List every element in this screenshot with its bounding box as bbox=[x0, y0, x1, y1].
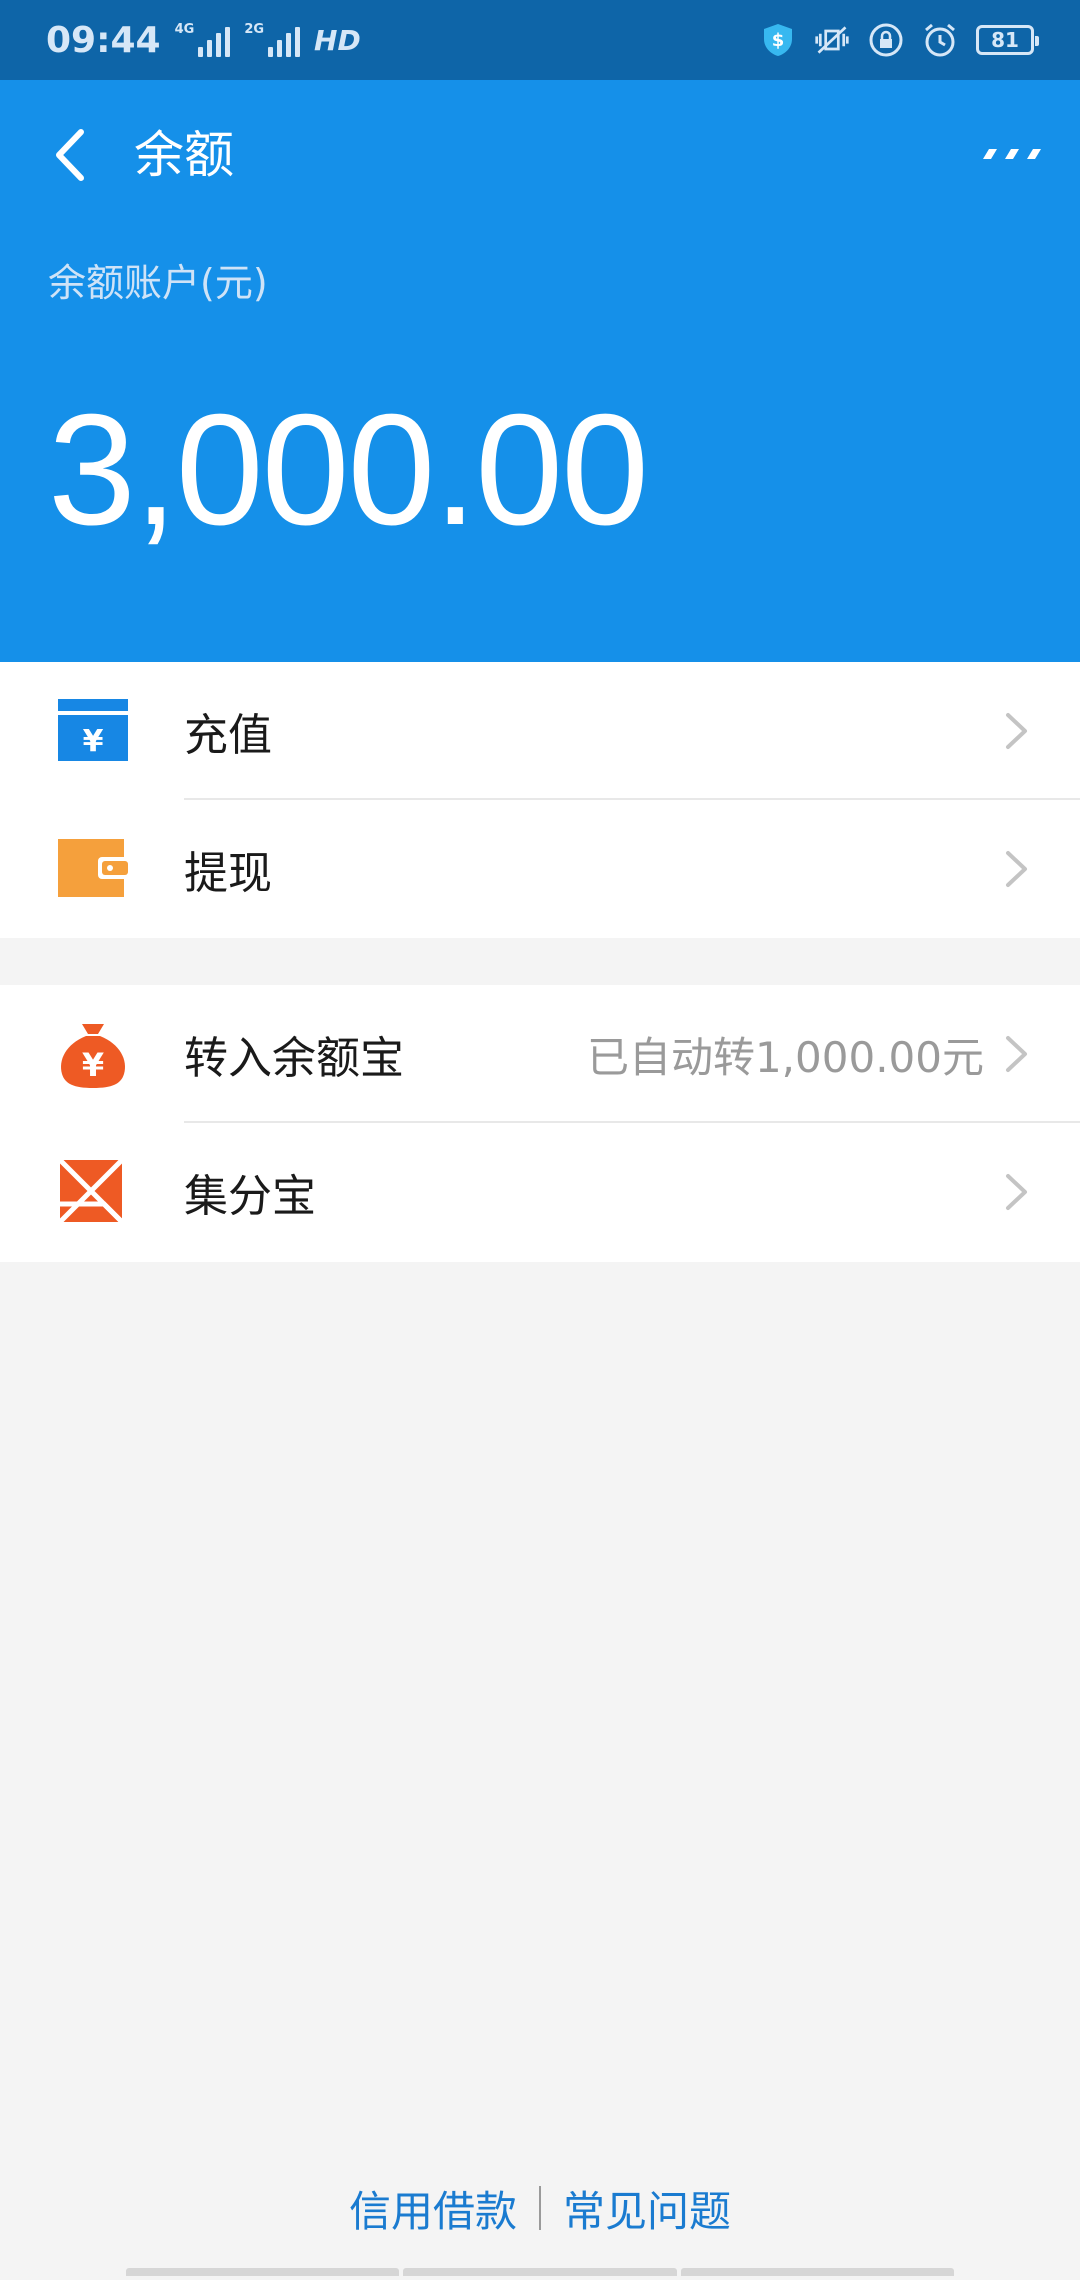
balance-header: 余额 余额账户(元) 3,000.00 bbox=[0, 80, 1080, 662]
list-item-withdraw[interactable]: 提现 bbox=[0, 800, 1080, 938]
signal-4g-icon: 4G bbox=[175, 23, 231, 57]
network-type-2g: 2G bbox=[244, 22, 265, 37]
menu-group-funds: ¥ 充值 提现 bbox=[0, 662, 1080, 938]
faq-link[interactable]: 常见问题 bbox=[563, 2178, 731, 2239]
footer-links: 信用借款 常见问题 bbox=[0, 2178, 1080, 2238]
navigation-gesture-bar[interactable] bbox=[126, 2268, 954, 2276]
list-item-jifenbao[interactable]: 集分宝 bbox=[0, 1123, 1080, 1261]
footer-separator bbox=[539, 2186, 541, 2230]
svg-text:¥: ¥ bbox=[83, 724, 104, 759]
network-type-4g: 4G bbox=[174, 22, 195, 37]
list-item-label: 充值 bbox=[184, 710, 272, 761]
jifenbao-icon bbox=[58, 1158, 128, 1224]
list-item-recharge[interactable]: ¥ 充值 bbox=[0, 662, 1080, 800]
svg-text:¥: ¥ bbox=[82, 1046, 104, 1084]
chevron-right-icon bbox=[1004, 1172, 1034, 1212]
chevron-right-icon bbox=[1004, 1034, 1034, 1074]
svg-text:$: $ bbox=[772, 30, 785, 51]
status-bar: 09:44 4G 2G HD $ 81 bbox=[0, 0, 1080, 80]
balance-amount: 3,000.00 bbox=[48, 382, 649, 558]
more-dots-icon bbox=[983, 149, 1041, 159]
vibrate-mute-icon bbox=[814, 22, 850, 58]
credit-loan-link[interactable]: 信用借款 bbox=[349, 2178, 517, 2239]
status-left: 09:44 4G 2G HD bbox=[46, 20, 361, 61]
more-options-button[interactable] bbox=[970, 124, 1050, 184]
back-button[interactable] bbox=[40, 120, 100, 190]
list-item-label: 转入余额宝 bbox=[184, 1033, 404, 1084]
auto-transfer-status: 已自动转1,000.00元 bbox=[586, 1032, 984, 1082]
signal-2g-icon: 2G bbox=[244, 22, 301, 57]
rotation-lock-icon bbox=[868, 22, 904, 58]
account-label: 余额账户(元) bbox=[48, 261, 268, 305]
back-arrow-icon bbox=[56, 129, 84, 181]
hd-voice-icon: HD bbox=[314, 23, 361, 57]
security-shield-icon: $ bbox=[760, 22, 796, 58]
page-title: 余额 bbox=[134, 126, 234, 184]
menu-group-services: ¥ 转入余额宝 已自动转1,000.00元 集分宝 bbox=[0, 985, 1080, 1262]
status-time: 09:44 bbox=[46, 19, 161, 61]
battery-icon: 81 bbox=[976, 25, 1039, 55]
chevron-right-icon bbox=[1004, 711, 1034, 751]
withdraw-wallet-icon bbox=[58, 835, 128, 901]
list-item-label: 提现 bbox=[184, 848, 272, 899]
status-right: $ 81 bbox=[760, 22, 1039, 58]
chevron-right-icon bbox=[1004, 849, 1034, 889]
recharge-icon: ¥ bbox=[58, 697, 128, 763]
list-item-transfer-yuebao[interactable]: ¥ 转入余额宝 已自动转1,000.00元 bbox=[0, 985, 1080, 1123]
list-item-label: 集分宝 bbox=[184, 1171, 316, 1222]
alarm-icon bbox=[922, 22, 958, 58]
balance-page: 09:44 4G 2G HD $ 81 余额 余额账户(元) 3,000.00 … bbox=[0, 0, 1080, 2280]
money-bag-icon: ¥ bbox=[58, 1020, 128, 1088]
